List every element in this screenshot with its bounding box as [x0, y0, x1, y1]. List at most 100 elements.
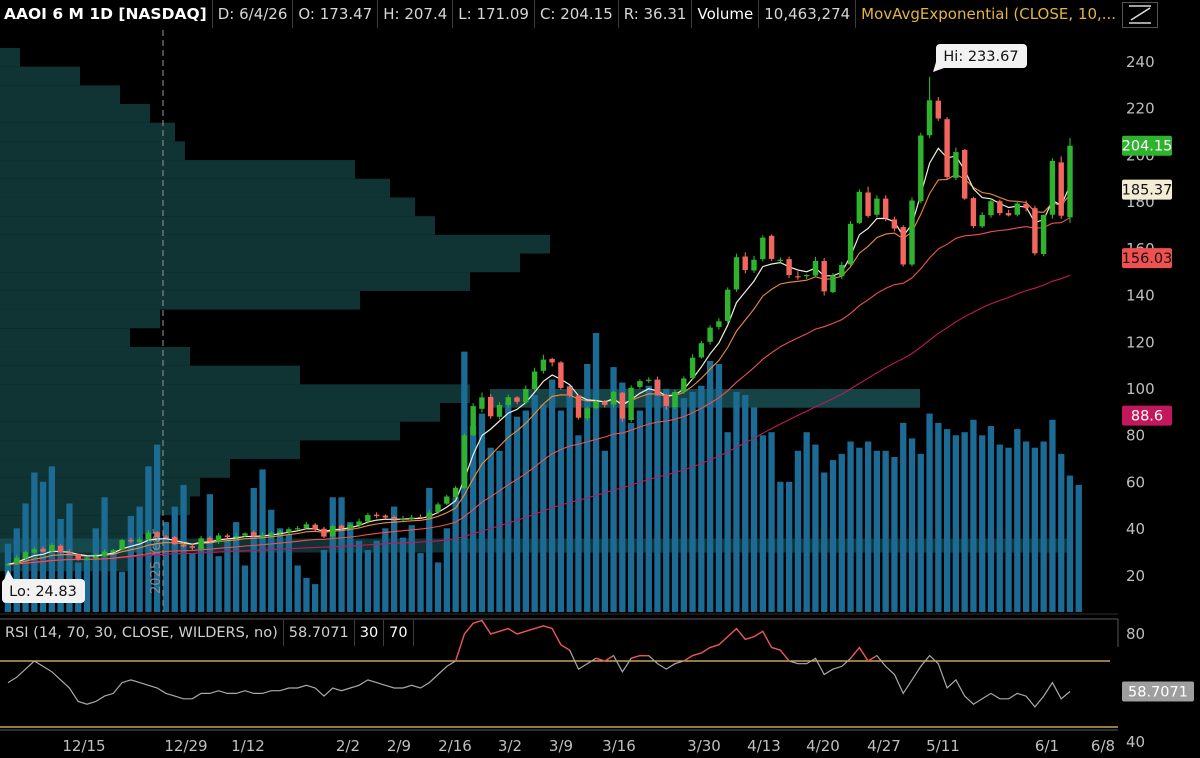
candle-body	[900, 227, 906, 265]
volume-bar	[996, 444, 1003, 612]
ema-price-tag: 185.37	[1122, 183, 1173, 199]
candle-body	[303, 524, 310, 528]
volume-bar	[549, 379, 556, 612]
date-axis: 12/15 12/29 1/12 2/2 2/9 2/16 3/2 3/9 3/16 3/30 4/…	[62, 737, 1115, 755]
volume-bar	[189, 553, 196, 612]
rsi-label[interactable]: RSI (14, 70, 30, CLOSE, WILDERS, no)	[0, 620, 284, 646]
candle	[523, 385, 529, 404]
volume-bar	[320, 550, 328, 612]
candle	[1005, 209, 1012, 217]
candle-body	[461, 435, 468, 488]
high-callout: Hi: 233.67	[933, 44, 1027, 72]
open-readout: O: 173.47	[293, 0, 379, 28]
volume-bar	[689, 391, 696, 612]
volume-bar	[803, 432, 810, 612]
volume-bar	[733, 391, 740, 612]
volume-bar	[987, 426, 995, 612]
rsi-overbought-segment	[454, 619, 571, 662]
candle-body	[733, 257, 740, 290]
price-tick-label: 100	[1126, 380, 1155, 398]
candle	[725, 287, 731, 324]
volume-bar	[592, 333, 600, 612]
candle	[330, 524, 336, 538]
candle-body	[75, 554, 81, 559]
profile-row	[0, 421, 400, 441]
candle	[672, 389, 678, 410]
volume-bar	[136, 506, 143, 612]
candle-body	[145, 532, 152, 540]
candle-body	[110, 550, 116, 553]
candle	[707, 325, 713, 345]
candle	[172, 535, 178, 546]
study-label[interactable]: MovAvgExponential (CLOSE, 10,...	[856, 0, 1121, 28]
candle-body	[681, 378, 687, 392]
rsi-tick-label: 80	[1126, 625, 1145, 643]
candle-body	[610, 391, 617, 405]
volume-bar	[671, 391, 679, 612]
candle-body	[689, 357, 696, 378]
candle-body	[768, 235, 775, 259]
trendline-icon	[1129, 5, 1151, 24]
candle-body	[470, 406, 476, 436]
volume-bar	[566, 385, 573, 612]
volume-bar	[312, 584, 319, 612]
volume-bar	[847, 441, 854, 612]
candle-body	[1040, 215, 1047, 254]
volume-bar	[742, 395, 749, 612]
profile-row	[0, 328, 130, 347]
volume-bar	[856, 447, 863, 612]
candle	[970, 196, 977, 229]
candle-body	[330, 526, 336, 537]
drawing-tool-button[interactable]	[1122, 2, 1158, 28]
candle-body	[1067, 145, 1073, 218]
candle	[742, 252, 748, 274]
date-tick-label: 6/1	[1035, 737, 1059, 755]
candle-body	[356, 521, 362, 526]
candle	[681, 376, 687, 394]
date-readout: D: 6/4/26	[213, 0, 294, 28]
candle-body	[1032, 208, 1038, 254]
volume-bar	[654, 379, 661, 612]
candle	[1040, 214, 1047, 257]
low-readout: L: 171.09	[453, 0, 535, 28]
volume-bar	[882, 450, 889, 612]
candle-body	[444, 496, 450, 504]
date-tick-label: 3/9	[549, 737, 573, 755]
date-tick-label: 12/29	[164, 737, 207, 755]
candle-body	[259, 535, 266, 537]
candle-body	[154, 532, 160, 537]
rsi-value-tag: 58.7071	[1128, 685, 1188, 701]
volume-bar	[487, 447, 494, 612]
date-tick-label: 6/8	[1091, 737, 1115, 755]
volume-bar	[452, 497, 459, 612]
volume-bar	[812, 444, 819, 612]
candle-body	[365, 515, 371, 522]
profile-row	[0, 85, 120, 105]
high-label: Hi: 233.67	[943, 49, 1018, 65]
candle-body	[909, 200, 915, 265]
volume-bar	[1075, 484, 1082, 612]
volume-bar	[180, 484, 187, 612]
volume-bar	[917, 453, 924, 612]
volume-bar	[1014, 429, 1021, 612]
candle-body	[619, 392, 626, 419]
symbol-label[interactable]: AAOI 6 M 1D [NASDAQ]	[0, 0, 213, 28]
date-tick-label: 12/15	[62, 737, 105, 755]
volume-label[interactable]: Volume	[692, 0, 760, 28]
candle-body	[426, 512, 432, 518]
candle-body	[198, 538, 204, 549]
candle-body	[435, 504, 441, 512]
volume-bar	[908, 438, 916, 612]
candle-body	[628, 387, 634, 420]
volume-bar	[935, 422, 942, 612]
profile-row	[0, 216, 435, 235]
candle-body	[224, 535, 231, 538]
candle	[303, 521, 310, 529]
volume-bar	[900, 422, 907, 612]
volume-bar	[724, 432, 731, 612]
candle	[935, 97, 941, 121]
candle-body	[452, 487, 459, 498]
candle-body	[575, 395, 582, 418]
volume-bar	[838, 453, 845, 612]
candle	[944, 117, 950, 180]
